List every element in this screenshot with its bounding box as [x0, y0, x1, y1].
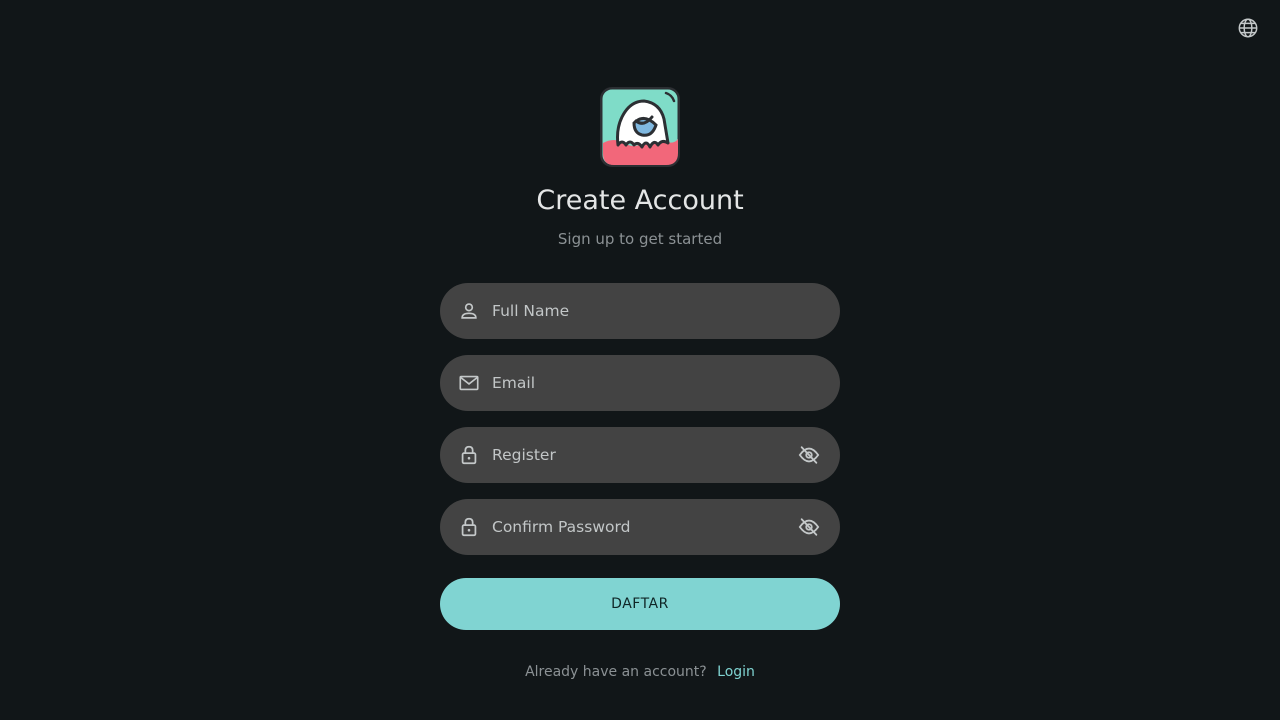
full-name-input[interactable] [492, 283, 782, 339]
password-field[interactable] [440, 427, 840, 483]
eye-off-icon[interactable] [796, 443, 822, 467]
confirm-password-input[interactable] [492, 499, 782, 555]
login-question: Already have an account? [525, 664, 707, 680]
ghost-logo [600, 87, 680, 167]
login-prompt: Already have an account? Login [0, 662, 1280, 682]
page-title: Create Account [536, 185, 744, 216]
password-input[interactable] [492, 427, 782, 483]
register-button[interactable]: DAFTAR [440, 578, 840, 630]
register-page: Create Account Sign up to get started Fu… [0, 0, 1280, 720]
language-button[interactable] [1234, 14, 1262, 42]
lock-icon [457, 443, 481, 467]
login-link[interactable]: Login [717, 664, 755, 680]
lock-icon [457, 515, 481, 539]
globe-icon [1238, 18, 1258, 38]
page-subtitle: Sign up to get started [557, 230, 723, 248]
person-icon [457, 299, 481, 323]
email-input[interactable] [492, 355, 782, 411]
eye-off-icon[interactable] [796, 515, 822, 539]
app-logo [600, 87, 680, 167]
full-name-field[interactable] [440, 283, 840, 339]
email-field[interactable] [440, 355, 840, 411]
confirm-password-field[interactable] [440, 499, 840, 555]
mail-icon [457, 371, 481, 395]
